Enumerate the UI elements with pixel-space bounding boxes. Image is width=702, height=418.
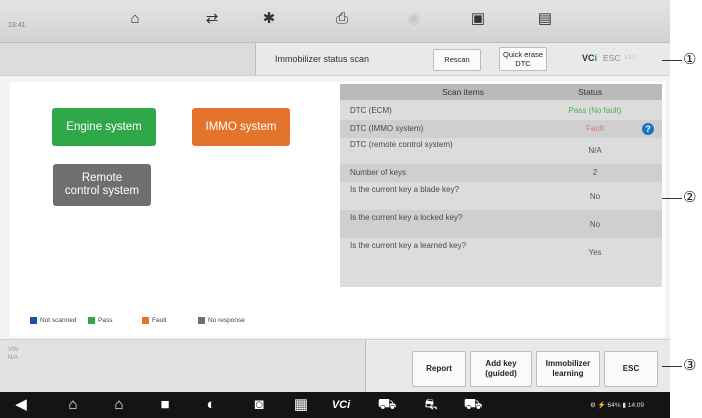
vehicle-swap-icon[interactable]: ⇄ bbox=[203, 10, 221, 28]
sub-header: Immobilizer status scan Rescan Quick era… bbox=[0, 43, 670, 76]
quick-erase-dtc-button[interactable]: Quick erase DTC bbox=[499, 47, 547, 71]
clock: 13:41 bbox=[8, 22, 26, 29]
row-status: Pass (No fault) bbox=[568, 106, 622, 115]
esc-tag: ESC bbox=[603, 53, 621, 63]
esc-button[interactable]: ESC bbox=[604, 351, 658, 387]
engine-system-button[interactable]: Engine system bbox=[52, 108, 156, 146]
table-row: DTC (remote control system) N/A bbox=[340, 138, 662, 164]
row-status: Fault bbox=[586, 124, 604, 133]
table-row: Is the current key a blade key? No bbox=[340, 182, 662, 210]
maxifix-home-icon[interactable]: ⌂ bbox=[62, 396, 84, 414]
car-service-icon[interactable]: ⛟ bbox=[462, 396, 484, 414]
row-item: DTC (IMMO system) bbox=[350, 124, 424, 133]
row-item: Is the current key a locked key? bbox=[350, 213, 463, 222]
data-logging-icon[interactable]: ▤ bbox=[536, 10, 554, 28]
row-status: N/A bbox=[588, 146, 602, 155]
row-item: Is the current key a learned key? bbox=[350, 241, 467, 250]
row-item: DTC (remote control system) bbox=[350, 140, 453, 149]
vci-label: VC bbox=[582, 53, 595, 63]
home-icon[interactable]: ⌂ bbox=[126, 10, 144, 28]
callout-1: ① bbox=[683, 50, 697, 68]
row-status: Yes bbox=[588, 248, 602, 257]
print-icon[interactable]: ⎙ bbox=[333, 10, 351, 28]
row-status: 2 bbox=[592, 168, 598, 177]
callout-line-3 bbox=[662, 366, 682, 367]
table-row: Number of keys 2 bbox=[340, 164, 662, 182]
help-icon[interactable]: ? bbox=[642, 123, 654, 135]
vehicle-info-panel: VIN N/A bbox=[0, 340, 366, 392]
callout-2: ② bbox=[683, 188, 697, 206]
legend-item-not-scanned: Not scanned bbox=[30, 317, 77, 324]
car-diagnostics-icon[interactable]: ⛐ bbox=[420, 396, 442, 414]
recent-apps-icon[interactable]: ■ bbox=[154, 396, 176, 414]
add-key-guided-button[interactable]: Add key (guided) bbox=[470, 351, 532, 387]
callout-3: ③ bbox=[683, 356, 697, 374]
legend-swatch bbox=[142, 317, 149, 324]
table-row: DTC (IMMO system) Fault ? bbox=[340, 120, 662, 138]
disabled-function-icon: ◉ bbox=[407, 10, 421, 27]
settings-gear-icon[interactable]: ✱ bbox=[260, 10, 278, 28]
legend-swatch bbox=[30, 317, 37, 324]
callout-line-1 bbox=[662, 60, 682, 61]
version-text: V1.0 bbox=[624, 55, 637, 61]
remote-label-line1: Remote bbox=[81, 172, 123, 184]
back-arrow-icon[interactable]: ◀ bbox=[10, 396, 32, 414]
tablet-screen: 13:41 ⌂ ⇄ ✱ ⎙ ◉ ▣ ▤ Immobilizer status s… bbox=[0, 0, 670, 418]
legend-item-pass: Pass bbox=[88, 317, 112, 324]
legend-item-no-response: No response bbox=[198, 317, 245, 324]
header-status: Status bbox=[578, 87, 603, 97]
callout-line-2 bbox=[662, 198, 682, 199]
screen-record-icon[interactable]: ▦ bbox=[290, 396, 312, 414]
row-item: DTC (ECM) bbox=[350, 106, 392, 115]
top-toolbar: 13:41 ⌂ ⇄ ✱ ⎙ ◉ ▣ ▤ bbox=[0, 0, 670, 43]
quick-erase-label-line1: Quick erase bbox=[502, 50, 544, 59]
table-row: DTC (ECM) Pass (No fault) bbox=[340, 101, 662, 120]
remote-control-system-button[interactable]: Remote control system bbox=[53, 164, 151, 206]
main-panel: Engine system IMMO system Remote control… bbox=[10, 82, 665, 337]
rescan-button[interactable]: Rescan bbox=[433, 49, 481, 71]
scan-status-text: Immobilizer status scan bbox=[275, 54, 370, 64]
header-scan-items: Scan items bbox=[442, 87, 485, 97]
scan-results-table: Scan items Status DTC (ECM) Pass (No fau… bbox=[340, 84, 662, 287]
legend-swatch bbox=[198, 317, 205, 324]
legend-item-fault: Fault bbox=[142, 317, 166, 324]
vci-connected-badge: i bbox=[594, 53, 598, 63]
sub-header-left-panel bbox=[0, 43, 256, 75]
vehicle-info: VIN N/A bbox=[8, 347, 19, 361]
row-status: No bbox=[589, 192, 601, 201]
legend-swatch bbox=[88, 317, 95, 324]
vci-nav-icon[interactable]: VCi bbox=[326, 396, 356, 414]
immo-system-button[interactable]: IMMO system bbox=[192, 108, 290, 146]
row-item: Is the current key a blade key? bbox=[350, 185, 459, 194]
system-tray: ⚙ ⚡ 64% ▮ 14:09 bbox=[590, 402, 644, 409]
row-status: No bbox=[589, 220, 601, 229]
report-button[interactable]: Report bbox=[412, 351, 466, 387]
quick-erase-label-line2: DTC bbox=[515, 59, 531, 68]
table-row: Is the current key a learned key? Yes bbox=[340, 238, 662, 266]
table-header: Scan items Status bbox=[340, 84, 662, 100]
save-icon[interactable]: ▣ bbox=[469, 10, 487, 28]
remote-label-line2: control system bbox=[64, 185, 140, 197]
browser-icon[interactable]: ◐ bbox=[200, 396, 222, 414]
row-item: Number of keys bbox=[350, 168, 407, 177]
car-status-icon[interactable]: ⛟ bbox=[376, 396, 398, 414]
function-bar: VIN N/A Report Add key (guided) Immobiliz… bbox=[0, 339, 670, 392]
camera-icon[interactable]: ◙ bbox=[248, 396, 270, 414]
navigation-bar: ◀ ⌂ ⌂ ■ ◐ ◙ ▦ VCi ⛟ ⛐ ⛟ ⚙ ⚡ 64% ▮ 14:09 bbox=[0, 392, 670, 418]
immobilizer-learning-button[interactable]: Immobilizer learning bbox=[536, 351, 600, 387]
table-row: Is the current key a locked key? No bbox=[340, 210, 662, 238]
rescan-label: Rescan bbox=[444, 55, 470, 64]
vci-status-icon[interactable]: VCi bbox=[582, 53, 597, 63]
android-home-icon[interactable]: ⌂ bbox=[108, 396, 130, 414]
